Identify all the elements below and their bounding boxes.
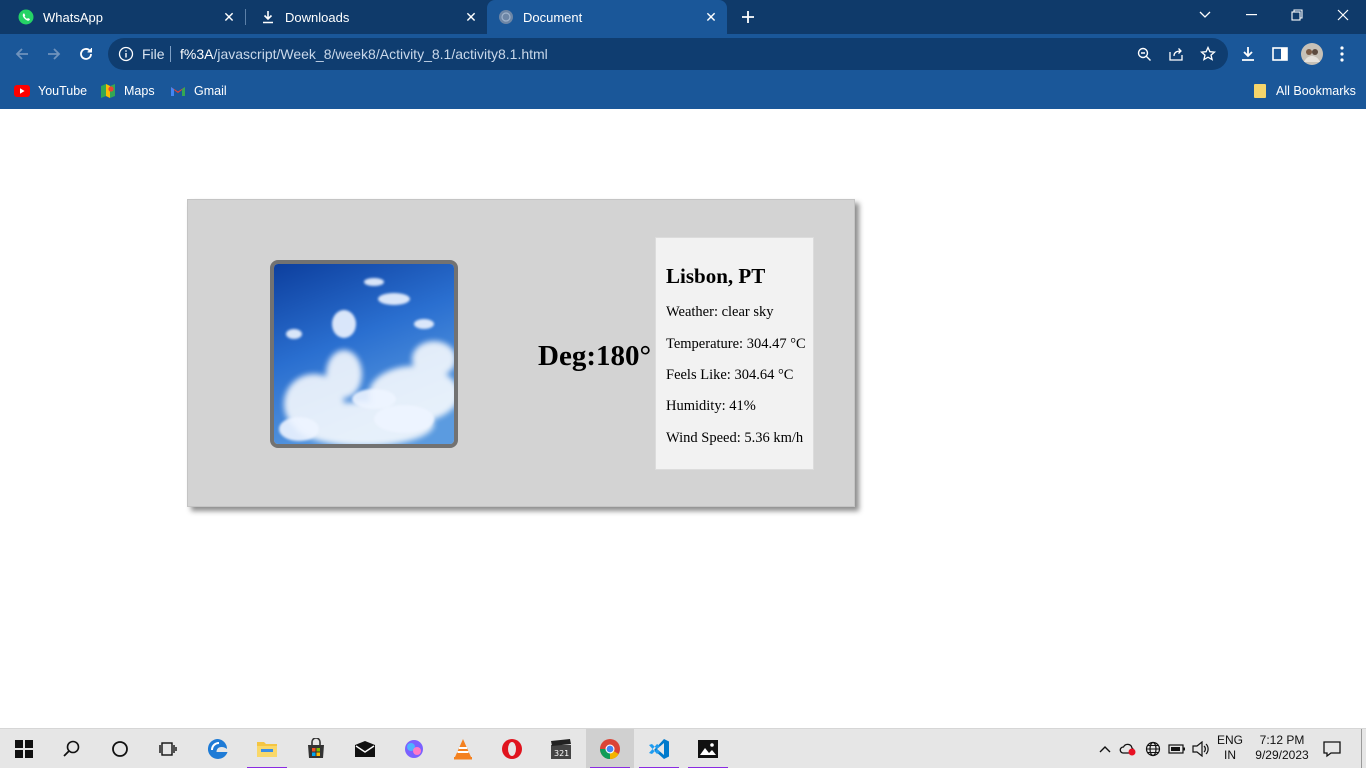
wind-degree: Deg:180° [538,340,652,372]
weather-info-panel: Lisbon, PT Weather: clear sky Temperatur… [655,237,814,470]
page-viewport: Deg:180° Lisbon, PT Weather: clear sky T… [0,109,1366,728]
forward-button[interactable] [42,42,66,66]
bookmark-maps[interactable]: Maps [100,82,155,100]
network-icon[interactable] [1143,739,1163,759]
clock-date: 9/29/2023 [1255,748,1309,762]
close-icon[interactable]: ✕ [463,9,479,25]
weather-image [270,260,458,448]
menu-icon[interactable] [1330,42,1354,66]
battery-icon[interactable] [1167,739,1187,759]
url-host: f%3A [180,46,214,62]
tab-document[interactable]: Document ✕ [487,0,727,34]
language-indicator[interactable]: ENG IN [1212,733,1248,763]
feels-like: Feels Like: 304.64 °C [666,367,794,383]
side-panel-icon[interactable] [1268,42,1292,66]
task-view-icon[interactable] [144,729,192,768]
tab-search-button[interactable] [1182,0,1228,30]
start-icon[interactable] [0,729,48,768]
volume-icon[interactable] [1191,739,1211,759]
browser-tab-strip: WhatsApp ✕ Downloads ✕ Document ✕ [0,0,1366,34]
vlc-icon[interactable] [439,729,487,768]
downloads-icon[interactable] [1236,42,1260,66]
photos-icon[interactable] [684,729,732,768]
minimize-button[interactable] [1228,0,1274,30]
show-desktop-button[interactable] [1361,729,1362,768]
bookmarks-bar: YouTube Maps Gmail All Bookmarks [0,74,1366,109]
info-icon[interactable] [118,46,134,62]
restore-button[interactable] [1274,0,1320,30]
svg-text:321: 321 [554,749,569,758]
browser-toolbar: File f%3A/javascript/Week_8/week8/Activi… [0,34,1366,74]
all-bookmarks-button[interactable]: All Bookmarks [1252,82,1356,100]
tab-title: WhatsApp [43,9,103,25]
tab-whatsapp[interactable]: WhatsApp ✕ [0,0,245,34]
scheme-label: File [142,46,165,62]
humidity: Humidity: 41% [666,398,756,414]
clapper-icon[interactable]: 321 [537,729,585,768]
profile-avatar[interactable] [1300,42,1324,66]
url-text[interactable]: f%3A/javascript/Week_8/week8/Activity_8.… [180,46,548,62]
bookmark-label: YouTube [38,84,88,98]
address-bar[interactable]: File f%3A/javascript/Week_8/week8/Activi… [108,38,1228,70]
chrome-icon[interactable] [586,729,634,768]
back-button[interactable] [10,42,34,66]
youtube-icon [14,83,30,99]
whatsapp-icon [18,9,34,25]
zoom-icon[interactable] [1136,46,1152,62]
address-divider [170,46,171,62]
onedrive-icon[interactable] [1118,739,1138,759]
bookmark-label: Maps [124,84,155,98]
chevron-up-icon[interactable] [1095,739,1115,759]
store-icon[interactable] [292,729,340,768]
clock-time: 7:12 PM [1259,733,1305,747]
vscode-icon[interactable] [635,729,683,768]
reload-button[interactable] [74,42,98,66]
region-code: IN [1224,748,1236,762]
weather-card: Deg:180° Lisbon, PT Weather: clear sky T… [187,199,855,507]
file-explorer-icon[interactable] [243,729,291,768]
all-bookmarks-label: All Bookmarks [1276,84,1356,98]
notification-icon[interactable] [1322,739,1342,759]
tab-downloads[interactable]: Downloads ✕ [242,0,487,34]
maps-icon [100,83,116,99]
bookmark-gmail[interactable]: Gmail [170,82,227,100]
tab-title: Document [523,9,583,25]
cortana-icon[interactable] [96,729,144,768]
tab-title: Downloads [285,9,350,25]
star-icon[interactable] [1200,46,1216,62]
temperature: Temperature: 304.47 °C [666,336,806,352]
clock[interactable]: 7:12 PM 9/29/2023 [1250,733,1314,763]
gmail-icon [170,83,186,99]
opera-icon[interactable] [488,729,536,768]
edge-icon[interactable] [194,729,242,768]
language-code: ENG [1216,733,1243,747]
weather-description: Weather: clear sky [666,304,774,320]
copilot-icon[interactable] [390,729,438,768]
globe-icon [498,9,514,25]
folder-icon [1252,83,1268,99]
bookmark-label: Gmail [194,84,227,98]
close-icon[interactable]: ✕ [703,9,719,25]
close-icon[interactable]: ✕ [221,9,237,25]
new-tab-button[interactable] [736,5,760,29]
search-icon[interactable] [48,729,96,768]
bookmark-youtube[interactable]: YouTube [14,82,87,100]
mail-icon[interactable] [341,729,389,768]
city-name: Lisbon, PT [666,264,766,288]
taskbar: 321 ENG IN 7:12 PM 9/29/2023 [0,728,1366,768]
wind-speed: Wind Speed: 5.36 km/h [666,430,804,446]
close-window-button[interactable] [1320,0,1366,30]
share-icon[interactable] [1168,46,1184,62]
url-path: /javascript/Week_8/week8/Activity_8.1/ac… [213,46,548,62]
download-icon [260,9,276,25]
